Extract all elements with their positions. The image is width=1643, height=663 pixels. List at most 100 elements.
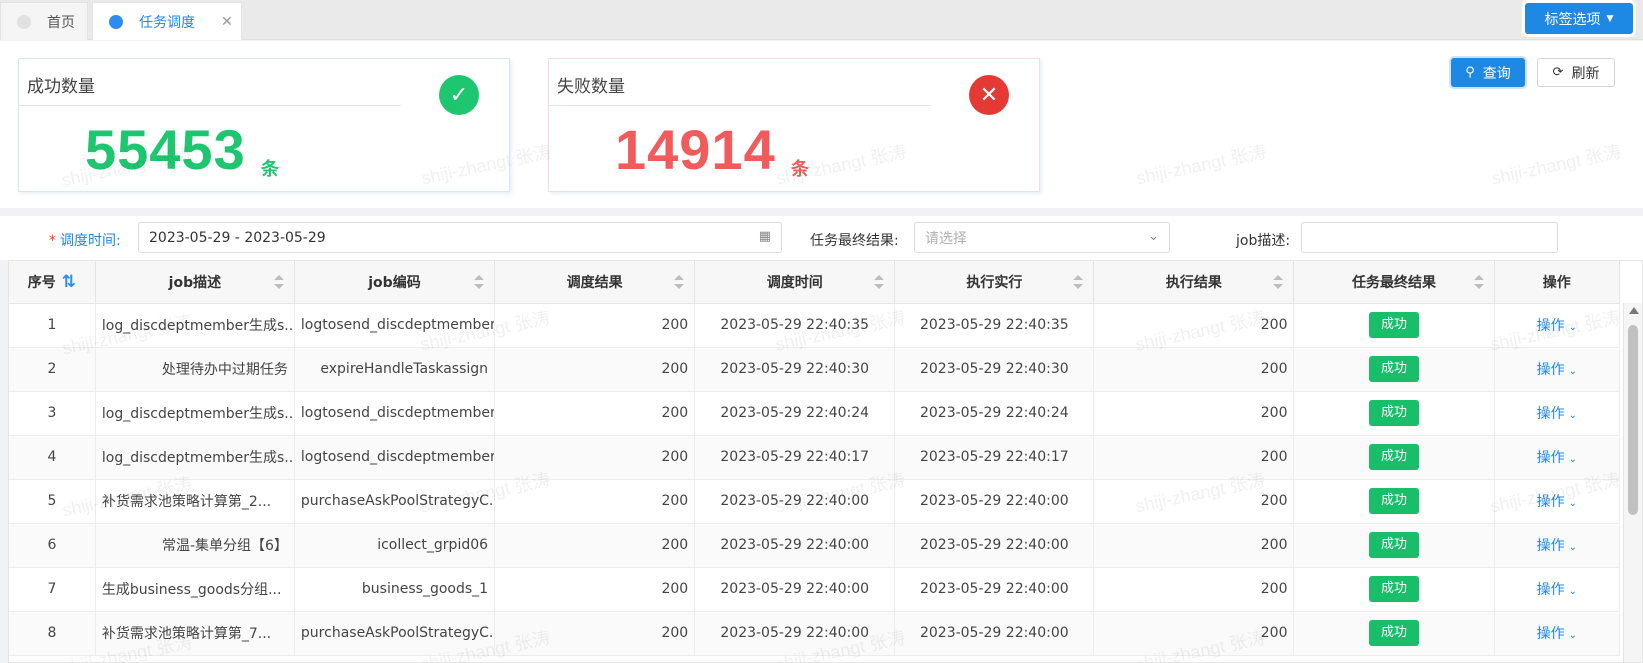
- job-desc-label: job描述:: [1236, 233, 1291, 249]
- success-count-unit: 条: [261, 159, 279, 180]
- schedule-time-range-input[interactable]: 2023-05-29 - 2023-05-29 ▦: [138, 222, 782, 253]
- close-icon[interactable]: ✕: [221, 14, 233, 30]
- tab-task-schedule[interactable]: 任务调度 ✕: [92, 2, 242, 40]
- cell-sched-result: 200: [494, 303, 696, 348]
- query-label: 查询: [1482, 65, 1511, 82]
- cell-sched-result: 200: [494, 523, 696, 568]
- query-button[interactable]: ⚲ 查询: [1451, 58, 1525, 87]
- row-action-label: 操作: [1536, 450, 1565, 466]
- col-header-sched-time[interactable]: 调度时间: [694, 261, 896, 304]
- cell-exec-time: 2023-05-29 22:40:00: [894, 523, 1095, 568]
- sort-icon[interactable]: [874, 275, 885, 289]
- fail-count-title: 失败数量: [557, 77, 625, 97]
- col-header-exec-time[interactable]: 执行实行: [894, 261, 1095, 304]
- sort-icon[interactable]: [273, 275, 284, 289]
- sort-icon[interactable]: [1273, 275, 1284, 289]
- cell-code: logtosend_discdeptmember: [294, 435, 496, 480]
- tab-dot-icon: [109, 14, 123, 29]
- status-badge: 成功: [1369, 400, 1420, 426]
- col-header-op: 操作: [1494, 261, 1621, 304]
- cell-desc: 生成business_goods分组...: [95, 567, 295, 612]
- table-row[interactable]: 2 处理待办中过期任务 expireHandleTaskassign 200 2023-…: [9, 347, 1621, 392]
- cell-sched-time: 2023-05-29 22:40:24: [694, 391, 896, 436]
- scroll-up-arrow-icon[interactable]: [1629, 307, 1639, 314]
- row-action-dropdown[interactable]: 操作 ⌄: [1537, 362, 1577, 378]
- row-action-dropdown[interactable]: 操作 ⌄: [1537, 318, 1577, 334]
- cell-op: 操作 ⌄: [1494, 611, 1621, 656]
- success-count-title: 成功数量: [27, 77, 95, 97]
- cell-sched-result: 200: [494, 479, 696, 524]
- success-count-card: 成功数量 ✓ 55453 条: [18, 58, 510, 192]
- row-action-dropdown[interactable]: 操作 ⌄: [1537, 582, 1577, 598]
- col-header-final[interactable]: 任务最终结果: [1293, 261, 1495, 304]
- cell-exec-result: 200: [1093, 347, 1295, 392]
- cell-exec-time: 2023-05-29 22:40:30: [894, 347, 1095, 392]
- column-settings-icon[interactable]: ⇅: [62, 272, 76, 292]
- col-header-no[interactable]: 序号 ⇅: [9, 261, 96, 304]
- task-table: 序号 ⇅ job描述 job编码 调度结果 调度时间 执行实行 执行结果 任务最终…: [8, 260, 1643, 663]
- table-row[interactable]: 6 常温-集单分组【6】 icollect_grpid06 200 2023-05-29…: [9, 523, 1621, 568]
- row-action-label: 操作: [1536, 582, 1565, 598]
- cell-exec-result: 200: [1093, 391, 1295, 436]
- refresh-icon: ⟳: [1552, 65, 1564, 80]
- col-header-sched-result[interactable]: 调度结果: [494, 261, 696, 304]
- row-action-dropdown[interactable]: 操作 ⌄: [1537, 538, 1577, 554]
- cell-desc: 常温-集单分组【6】: [95, 523, 295, 568]
- cell-no: 4: [9, 435, 96, 480]
- cell-op: 操作 ⌄: [1494, 303, 1621, 348]
- schedule-time-value: 2023-05-29 - 2023-05-29: [149, 229, 326, 246]
- cell-desc: log_discdeptmember生成s...: [95, 303, 295, 348]
- cell-sched-time: 2023-05-29 22:40:17: [694, 435, 896, 480]
- tab-home[interactable]: 首页: [0, 2, 88, 40]
- row-action-dropdown[interactable]: 操作 ⌄: [1537, 450, 1577, 466]
- watermark: shiji-zhangt 张涛: [1134, 141, 1268, 189]
- table-row[interactable]: 3 log_discdeptmember生成s... logtosend_discd…: [9, 391, 1621, 436]
- cell-final: 成功: [1293, 611, 1495, 656]
- tag-options-button[interactable]: 标签选项 ▼: [1525, 3, 1633, 34]
- row-action-label: 操作: [1536, 538, 1565, 554]
- cell-exec-time: 2023-05-29 22:40:00: [894, 611, 1095, 656]
- sort-icon[interactable]: [474, 275, 485, 289]
- row-action-dropdown[interactable]: 操作 ⌄: [1537, 494, 1577, 510]
- filter-row: * 调度时间: 2023-05-29 - 2023-05-29 ▦ 任务最终结果:…: [0, 216, 1643, 260]
- table-row[interactable]: 8 补货需求池策略计算第_7... purchaseAskPoolStrategyC…: [9, 611, 1621, 656]
- tag-options-label: 标签选项: [1544, 11, 1601, 28]
- scroll-thumb[interactable]: [1628, 325, 1638, 515]
- status-badge: 成功: [1369, 312, 1420, 338]
- calendar-icon: ▦: [758, 229, 771, 244]
- cell-exec-result: 200: [1093, 611, 1295, 656]
- row-action-dropdown[interactable]: 操作 ⌄: [1537, 626, 1577, 642]
- job-desc-input[interactable]: [1301, 222, 1558, 253]
- success-count-value: 55453: [85, 118, 246, 181]
- status-badge: 成功: [1369, 444, 1420, 470]
- cell-sched-result: 200: [494, 435, 696, 480]
- final-result-select[interactable]: 请选择 ⌄: [914, 222, 1170, 253]
- cell-final: 成功: [1293, 435, 1495, 480]
- vertical-scrollbar[interactable]: [1623, 303, 1642, 662]
- table-row[interactable]: 5 补货需求池策略计算第_2... purchaseAskPoolStrategyC…: [9, 479, 1621, 524]
- col-header-exec-result[interactable]: 执行结果: [1093, 261, 1295, 304]
- cell-exec-result: 200: [1093, 303, 1295, 348]
- cell-no: 2: [9, 347, 96, 392]
- tab-label: 首页: [47, 14, 75, 31]
- table-row[interactable]: 1 log_discdeptmember生成s... logtosend_discd…: [9, 303, 1621, 348]
- table-header-row: 序号 ⇅ job描述 job编码 调度结果 调度时间 执行实行 执行结果 任务最终…: [9, 261, 1621, 304]
- sort-icon[interactable]: [1473, 275, 1484, 289]
- cell-exec-time: 2023-05-29 22:40:35: [894, 303, 1095, 348]
- check-icon: ✓: [439, 75, 479, 115]
- tab-label: 任务调度: [139, 14, 195, 31]
- sort-icon[interactable]: [674, 275, 685, 289]
- col-header-desc[interactable]: job描述: [95, 261, 295, 304]
- cell-sched-time: 2023-05-29 22:40:30: [694, 347, 896, 392]
- table-row[interactable]: 7 生成business_goods分组... business_goods_1 20…: [9, 567, 1621, 612]
- refresh-button[interactable]: ⟳ 刷新: [1537, 58, 1615, 87]
- sort-icon[interactable]: [1073, 275, 1084, 289]
- col-header-code[interactable]: job编码: [294, 261, 496, 304]
- cell-sched-result: 200: [494, 567, 696, 612]
- tab-dot-icon: [17, 14, 31, 29]
- table-row[interactable]: 4 log_discdeptmember生成s... logtosend_discd…: [9, 435, 1621, 480]
- cell-code: purchaseAskPoolStrategyC...: [294, 479, 496, 524]
- row-action-dropdown[interactable]: 操作 ⌄: [1537, 406, 1577, 422]
- cell-code: purchaseAskPoolStrategyC...: [294, 611, 496, 656]
- caret-down-icon: ▼: [1606, 13, 1614, 24]
